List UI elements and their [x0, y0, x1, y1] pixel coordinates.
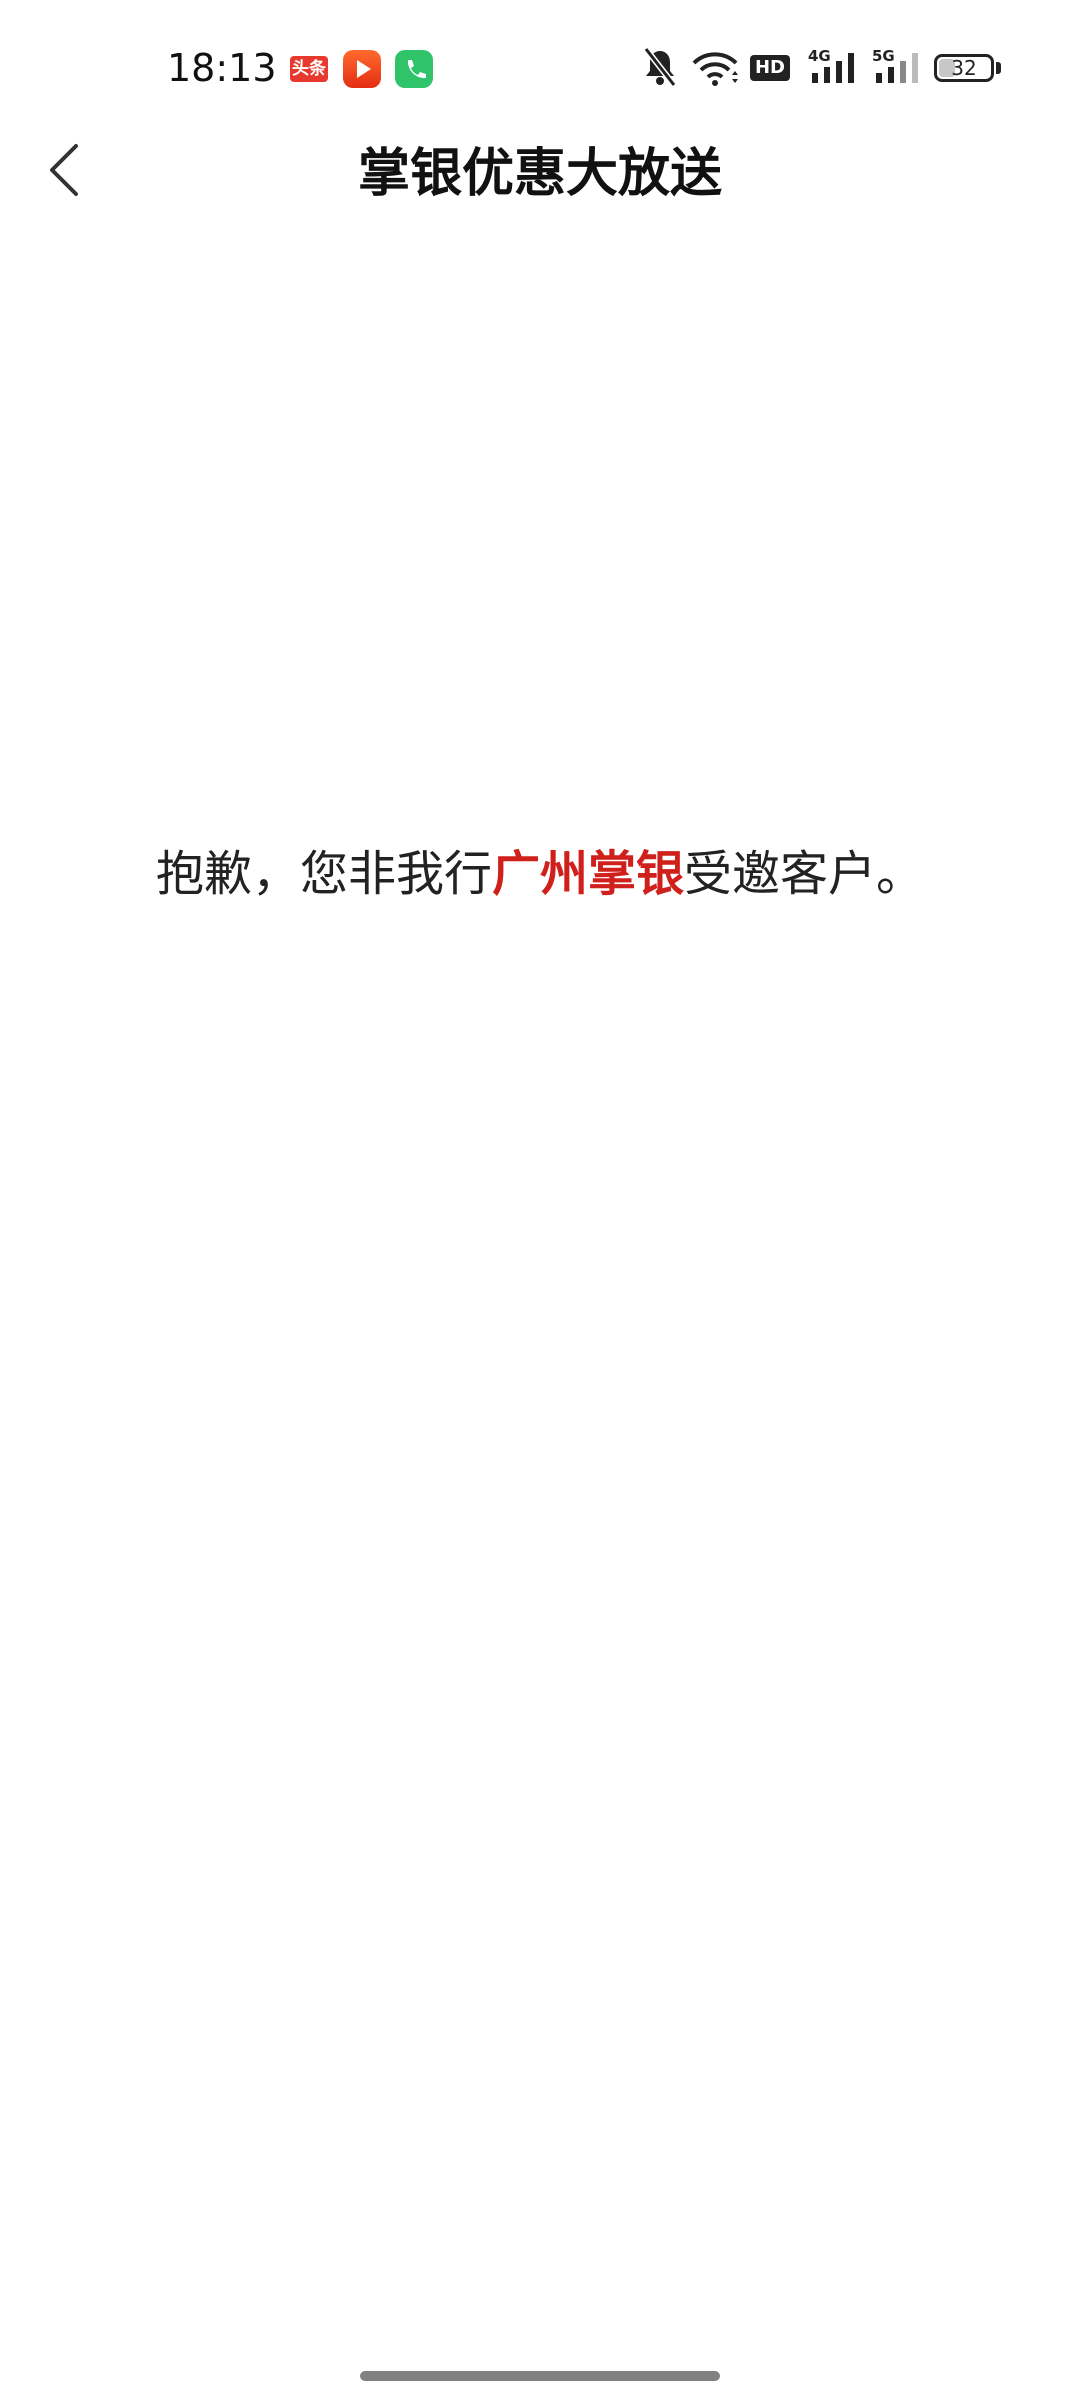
signal-5g-icon: 5G	[872, 45, 924, 91]
hd-voice-icon: HD	[750, 45, 796, 91]
message-highlight: 广州掌银	[491, 846, 684, 902]
page-title: 掌银优惠大放送	[357, 144, 722, 204]
bell-muted-icon	[643, 47, 677, 87]
status-time: 18:13	[167, 46, 277, 90]
notice-message: 抱歉，您非我行广州掌银受邀客户。	[0, 840, 1080, 908]
battery-cap	[996, 62, 1001, 74]
wifi-icon	[692, 52, 738, 86]
battery-level: 32	[951, 56, 977, 80]
signal-4g-icon: 4G	[808, 45, 860, 91]
message-prefix: 抱歉，您非我行	[155, 846, 492, 902]
video-play-icon	[343, 50, 381, 88]
battery-icon: 32	[934, 54, 994, 82]
home-indicator[interactable]	[360, 2371, 720, 2381]
toutiao-icon: 头条	[290, 56, 328, 82]
message-suffix: 受邀客户。	[684, 846, 925, 902]
phone-call-icon	[395, 50, 433, 88]
status-bar: 18:13 头条 HD 4G 5G 32	[0, 0, 1080, 140]
